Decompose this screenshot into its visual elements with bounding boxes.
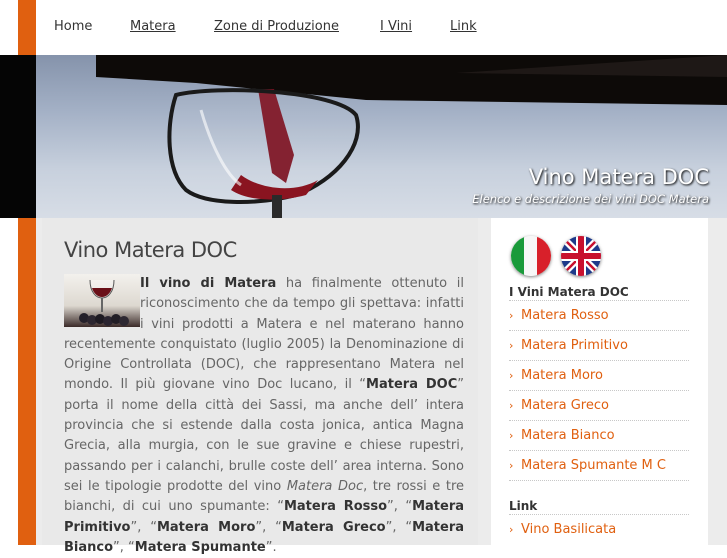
chevron-right-icon: › [509,429,514,442]
sidebar-item-matera-moro[interactable]: › Matera Moro [509,360,689,391]
nav-i-vini[interactable]: I Vini [380,19,412,34]
chevron-right-icon: › [509,399,514,412]
chevron-right-icon: › [509,339,514,352]
banner-subtitle: Elenco e descrizione dei vini DOC Matera [472,192,709,206]
sidebar-item-vino-basilicata[interactable]: › Vino Basilicata [509,514,689,545]
banner-dark-edge [0,55,36,218]
chevron-right-icon: › [509,459,514,472]
divider [509,480,689,481]
nav-zone-di-produzione[interactable]: Zone di Produzione [214,19,339,34]
sidebar: I Vini Matera DOC › Matera Rosso › Mater… [491,218,708,545]
intro-paragraph: Il vino di Matera ha finalmente ottenuto… [64,276,465,555]
nav-matera[interactable]: Matera [130,19,176,34]
sidebar-item-matera-bianco[interactable]: › Matera Bianco [509,420,689,451]
sidebar-item-matera-primitivo[interactable]: › Matera Primitivo [509,330,689,361]
banner-title: Vino Matera DOC [528,165,709,189]
chevron-right-icon: › [509,523,514,536]
vini-heading: I Vini Matera DOC [509,285,629,299]
top-navigation: Home Matera Zone di Produzione I Vini Li… [36,0,727,55]
chevron-right-icon: › [509,369,514,382]
nav-link[interactable]: Link [450,19,477,34]
header-banner: Vino Matera DOC Elenco e descrizione dei… [36,55,727,218]
link-heading: Link [509,499,538,513]
page-title: Vino Matera DOC [64,238,237,262]
sidebar-item-matera-greco[interactable]: › Matera Greco [509,390,689,421]
uk-flag-icon[interactable] [561,236,601,276]
main-content: Vino Matera DOC Il vino di Matera ha fin… [42,218,478,555]
sidebar-item-matera-spumante[interactable]: › Matera Spumante M C [509,450,689,481]
sidebar-item-matera-rosso[interactable]: › Matera Rosso [509,300,689,331]
chevron-right-icon: › [509,309,514,322]
italian-flag-icon[interactable] [511,236,551,276]
nav-home[interactable]: Home [54,19,92,34]
